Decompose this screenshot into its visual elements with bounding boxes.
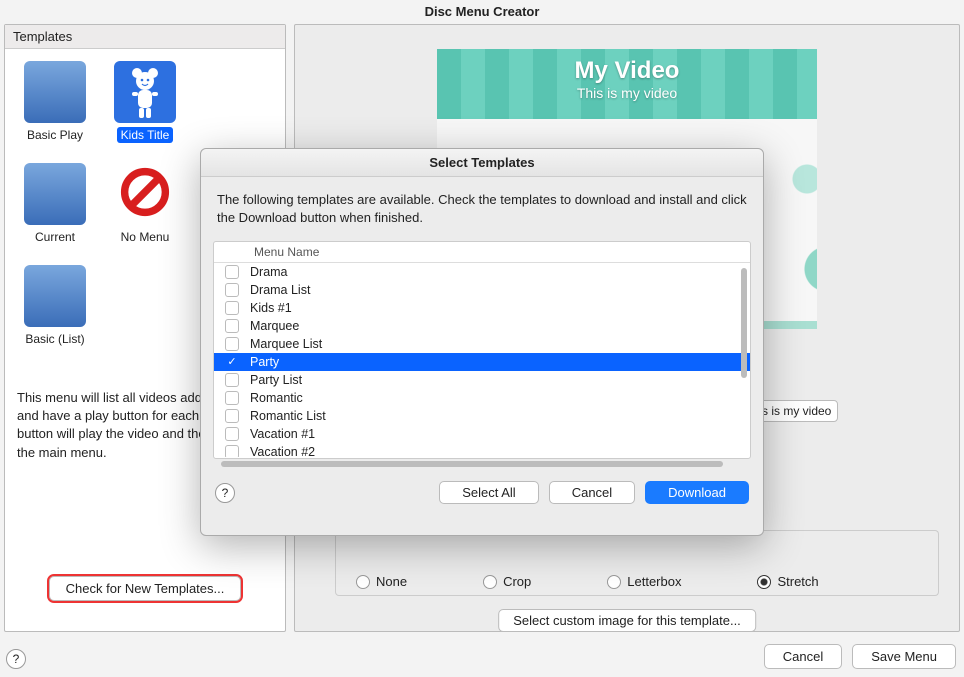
checkbox-icon[interactable] — [225, 283, 239, 297]
list-item-label: Vacation #1 — [250, 427, 315, 441]
list-item[interactable]: Vacation #2 — [214, 443, 750, 457]
check-templates-label: Check for New Templates... — [66, 581, 225, 596]
template-thumb-icon — [24, 61, 86, 123]
cancel-button[interactable]: Cancel — [764, 644, 842, 669]
template-thumb-icon — [114, 61, 176, 123]
select-templates-modal: Select Templates The following templates… — [200, 148, 764, 536]
radio-icon — [607, 575, 621, 589]
list-item[interactable]: Marquee — [214, 317, 750, 335]
check-templates-button[interactable]: Check for New Templates... — [49, 576, 242, 601]
list-item[interactable]: Kids #1 — [214, 299, 750, 317]
radio-label: Letterbox — [627, 574, 681, 589]
radio-label: None — [376, 574, 407, 589]
list-item-label: Party — [250, 355, 279, 369]
scale-none[interactable]: None — [356, 574, 407, 589]
scrollbar-horizontal[interactable] — [221, 461, 723, 467]
list-item-label: Romantic — [250, 391, 303, 405]
list-item-label: Party List — [250, 373, 302, 387]
list-item-label: Drama — [250, 265, 288, 279]
template-thumb-icon — [24, 163, 86, 225]
checkbox-icon[interactable] — [225, 445, 239, 457]
list-item[interactable]: Drama List — [214, 281, 750, 299]
template-label: Current — [31, 229, 79, 245]
list-item[interactable]: Party List — [214, 371, 750, 389]
list-item[interactable]: Marquee List — [214, 335, 750, 353]
template-no-menu[interactable]: No Menu — [105, 163, 185, 245]
template-current[interactable]: Current — [15, 163, 95, 245]
select-all-button[interactable]: Select All — [439, 481, 538, 504]
modal-cancel-button[interactable]: Cancel — [549, 481, 635, 504]
scale-letterbox[interactable]: Letterbox — [607, 574, 681, 589]
list-item-label: Drama List — [250, 283, 310, 297]
scale-radio-group: None Crop Letterbox Stretch — [335, 568, 939, 596]
modal-description: The following templates are available. C… — [201, 177, 763, 241]
no-menu-icon — [114, 163, 176, 225]
list-item-label: Marquee — [250, 319, 299, 333]
list-item[interactable]: Romantic — [214, 389, 750, 407]
list-item[interactable]: Drama — [214, 263, 750, 281]
template-list: Menu Name Drama Drama List Kids #1 Marquee M… — [213, 241, 751, 459]
modal-title: Select Templates — [201, 149, 763, 177]
download-button[interactable]: Download — [645, 481, 749, 504]
template-basic-play[interactable]: Basic Play — [15, 61, 95, 143]
checkbox-icon[interactable] — [225, 301, 239, 315]
list-header: Menu Name — [214, 242, 750, 263]
list-item[interactable]: Vacation #1 — [214, 425, 750, 443]
template-basic-list[interactable]: Basic (List) — [15, 265, 95, 347]
template-label: Kids Title — [117, 127, 174, 143]
list-item-label: Marquee List — [250, 337, 322, 351]
save-menu-button[interactable]: Save Menu — [852, 644, 956, 669]
window-title: Disc Menu Creator — [0, 0, 964, 24]
template-label: Basic Play — [23, 127, 87, 143]
list-item-label: Kids #1 — [250, 301, 292, 315]
checkbox-icon[interactable] — [225, 427, 239, 441]
checkbox-icon[interactable] — [225, 355, 239, 369]
list-item[interactable]: Romantic List — [214, 407, 750, 425]
template-label: Basic (List) — [21, 331, 88, 347]
checkbox-icon[interactable] — [225, 373, 239, 387]
checkbox-icon[interactable] — [225, 265, 239, 279]
template-kids-title[interactable]: Kids Title — [105, 61, 185, 143]
radio-label: Stretch — [777, 574, 818, 589]
radio-icon — [757, 575, 771, 589]
radio-label: Crop — [503, 574, 531, 589]
custom-image-button[interactable]: Select custom image for this template... — [498, 609, 756, 632]
checkbox-icon[interactable] — [225, 391, 239, 405]
template-thumb-icon — [24, 265, 86, 327]
preview-subtitle: This is my video — [437, 85, 817, 101]
template-label: No Menu — [117, 229, 174, 245]
scale-stretch[interactable]: Stretch — [757, 574, 818, 589]
radio-icon — [483, 575, 497, 589]
templates-header: Templates — [5, 25, 285, 49]
checkbox-icon[interactable] — [225, 319, 239, 333]
preview-title: My Video — [437, 57, 817, 85]
scale-crop[interactable]: Crop — [483, 574, 531, 589]
modal-help-button[interactable]: ? — [215, 483, 235, 503]
radio-icon — [356, 575, 370, 589]
list-item-label: Vacation #2 — [250, 445, 315, 457]
subtitle-input[interactable]: s is my video — [755, 400, 838, 422]
list-item[interactable]: Party — [214, 353, 750, 371]
scrollbar-vertical[interactable] — [741, 268, 747, 378]
list-item-label: Romantic List — [250, 409, 326, 423]
column-menu-name[interactable]: Menu Name — [250, 245, 319, 259]
checkbox-icon[interactable] — [225, 409, 239, 423]
checkbox-icon[interactable] — [225, 337, 239, 351]
